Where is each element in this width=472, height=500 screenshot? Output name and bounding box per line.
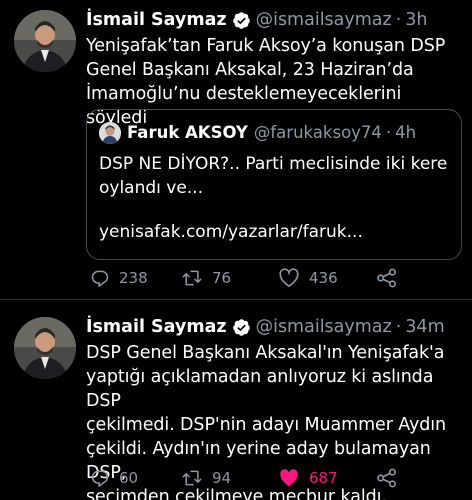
tweet-text-line: çekilmedi. DSP'nin adayı Muammer Aydın <box>86 415 446 435</box>
separator: · <box>395 10 402 30</box>
reply-button[interactable]: 238 <box>90 268 148 288</box>
quote-text-line: DSP NE DİYOR?.. Parti meclisinde iki ker… <box>99 154 448 174</box>
tweet[interactable]: İsmail Saymaz @ismailsaymaz · 3h Yenişaf… <box>0 0 472 300</box>
tweet-actions: 60 94 687 <box>86 466 406 490</box>
like-icon <box>280 469 298 487</box>
tweet-text-line: Yenişafak’tan Faruk Aksoy’a konuşan DSP <box>86 36 446 56</box>
reply-count: 60 <box>119 469 139 487</box>
tweet[interactable]: İsmail Saymaz @ismailsaymaz · 34m DSP Ge… <box>0 301 472 500</box>
like-button[interactable]: 687 <box>278 468 338 488</box>
timeline: İsmail Saymaz @ismailsaymaz · 3h Yenişaf… <box>0 0 472 500</box>
avatar[interactable] <box>14 317 76 379</box>
quoted-tweet[interactable]: Faruk AKSOY @farukaksoy74 · 4h DSP NE Dİ… <box>86 109 462 260</box>
reply-icon <box>91 470 109 488</box>
avatar[interactable] <box>14 10 76 72</box>
handle[interactable]: @ismailsaymaz <box>256 315 392 339</box>
verified-badge-icon <box>232 11 251 30</box>
quote-text-line: oylandı ve... <box>99 178 204 198</box>
share-button[interactable] <box>376 268 407 288</box>
handle[interactable]: @ismailsaymaz <box>256 8 392 32</box>
timestamp[interactable]: 34m <box>405 315 444 339</box>
quote-text: DSP NE DİYOR?.. Parti meclisinde iki ker… <box>99 152 449 200</box>
retweet-icon <box>182 470 202 486</box>
quote-timestamp: 4h <box>395 123 417 142</box>
share-icon <box>377 268 396 288</box>
tweet-text-line: yaptığı açıklamadan anlıyoruz ki aslında… <box>86 367 434 411</box>
reply-count: 238 <box>119 269 148 287</box>
like-button[interactable]: 436 <box>278 268 338 288</box>
reply-icon <box>91 270 109 288</box>
quote-display-name: Faruk AKSOY <box>127 123 248 142</box>
like-icon <box>279 268 299 288</box>
tweet-text-line: Genel Başkanı Aksakal, 23 Haziran’da <box>86 60 414 80</box>
share-button[interactable] <box>376 468 407 488</box>
quote-avatar <box>99 122 121 144</box>
display-name[interactable]: İsmail Saymaz <box>86 8 227 32</box>
separator: · <box>395 317 402 337</box>
retweet-button[interactable]: 94 <box>181 468 231 488</box>
display-name[interactable]: İsmail Saymaz <box>86 315 227 339</box>
like-count: 687 <box>309 469 338 487</box>
timestamp[interactable]: 3h <box>405 8 427 32</box>
reply-button[interactable]: 60 <box>90 468 138 488</box>
retweet-count: 76 <box>212 269 232 287</box>
like-count: 436 <box>309 269 338 287</box>
retweet-count: 94 <box>212 469 232 487</box>
tweet-actions: 238 76 436 <box>86 266 406 290</box>
retweet-icon <box>182 270 202 286</box>
separator: · <box>385 123 392 142</box>
tweet-header: İsmail Saymaz @ismailsaymaz · 3h <box>86 8 464 32</box>
retweet-button[interactable]: 76 <box>181 268 231 288</box>
quote-handle: @farukaksoy74 <box>253 123 382 142</box>
verified-badge-icon <box>232 318 251 337</box>
tweet-text-line: DSP Genel Başkanı Aksakal'ın Yenişafak'a <box>86 343 445 363</box>
quote-header: Faruk AKSOY @farukaksoy74 · 4h <box>99 122 449 144</box>
quote-link[interactable]: yenisafak.com/yazarlar/faruk... <box>99 220 449 244</box>
share-icon <box>377 468 396 488</box>
tweet-header: İsmail Saymaz @ismailsaymaz · 34m <box>86 315 464 339</box>
